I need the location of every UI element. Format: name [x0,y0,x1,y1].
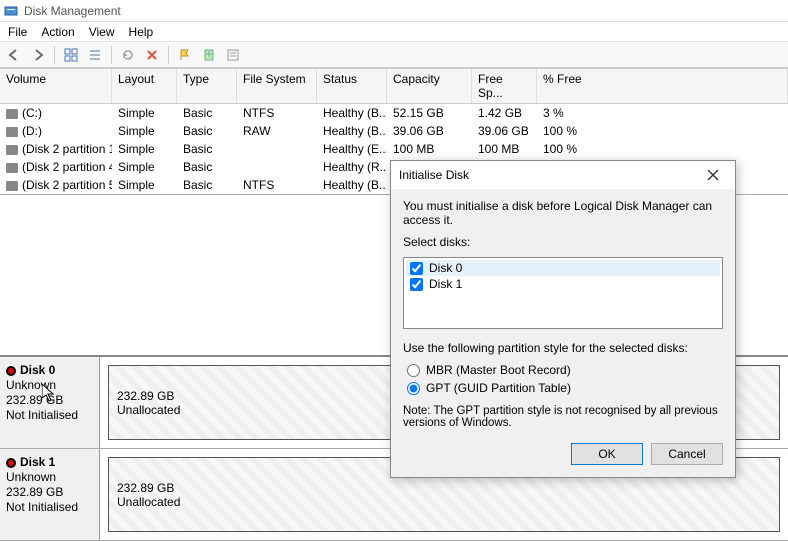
dialog-note: Note: The GPT partition style is not rec… [403,405,723,429]
disk-select-list: Disk 0 Disk 1 [403,257,723,329]
mbr-label: MBR (Master Boot Record) [426,363,571,377]
disk-info-panel[interactable]: Disk 1Unknown232.89 GBNot Initialised [0,449,100,540]
dialog-title: Initialise Disk [399,168,469,182]
flag-icon[interactable] [175,45,195,65]
gpt-radio[interactable] [407,382,420,395]
mbr-radio-row[interactable]: MBR (Master Boot Record) [407,363,723,377]
table-row[interactable]: (Disk 2 partition 1)SimpleBasicHealthy (… [0,140,788,158]
mbr-radio[interactable] [407,364,420,377]
back-icon[interactable] [4,45,24,65]
volume-icon [6,109,18,119]
disk0-checkbox[interactable] [410,262,423,275]
app-icon [4,4,18,18]
window-title: Disk Management [24,4,121,18]
delete-icon[interactable] [142,45,162,65]
volume-icon [6,181,18,191]
new-icon[interactable]: + [199,45,219,65]
col-filesystem[interactable]: File System [237,69,317,103]
col-layout[interactable]: Layout [112,69,177,103]
menu-view[interactable]: View [89,25,115,39]
disk-checkbox-row[interactable]: Disk 0 [406,260,720,276]
col-pctfree[interactable]: % Free [537,69,788,103]
col-status[interactable]: Status [317,69,387,103]
volume-icon [6,163,18,173]
disk-checkbox-row[interactable]: Disk 1 [406,276,720,292]
tiles-icon[interactable] [61,45,81,65]
gpt-label: GPT (GUID Partition Table) [426,381,571,395]
menu-action[interactable]: Action [41,25,74,39]
select-disks-label: Select disks: [403,235,723,249]
list-icon[interactable] [85,45,105,65]
cancel-button[interactable]: Cancel [651,443,723,465]
close-icon[interactable] [699,165,727,185]
volume-header-row: Volume Layout Type File System Status Ca… [0,68,788,104]
volume-icon [6,127,18,137]
svg-text:+: + [205,48,212,61]
partition-style-label: Use the following partition style for th… [403,341,723,355]
menu-help[interactable]: Help [129,25,154,39]
col-type[interactable]: Type [177,69,237,103]
forward-icon[interactable] [28,45,48,65]
menubar: File Action View Help [0,22,788,42]
table-row[interactable]: (C:)SimpleBasicNTFSHealthy (B...52.15 GB… [0,104,788,122]
dialog-intro: You must initialise a disk before Logica… [403,199,723,227]
disk-status-icon [6,458,16,468]
col-capacity[interactable]: Capacity [387,69,472,103]
volume-icon [6,145,18,155]
toolbar: + [0,42,788,68]
refresh-icon[interactable] [118,45,138,65]
disk1-label: Disk 1 [429,277,462,291]
disk-status-icon [6,366,16,376]
menu-file[interactable]: File [8,25,27,39]
col-free[interactable]: Free Sp... [472,69,537,103]
dialog-titlebar: Initialise Disk [391,161,735,189]
disk0-label: Disk 0 [429,261,462,275]
initialise-disk-dialog: Initialise Disk You must initialise a di… [390,160,736,478]
properties-icon[interactable] [223,45,243,65]
window-titlebar: Disk Management [0,0,788,22]
disk-info-panel[interactable]: Disk 0Unknown232.89 GBNot Initialised [0,357,100,448]
gpt-radio-row[interactable]: GPT (GUID Partition Table) [407,381,723,395]
ok-button[interactable]: OK [571,443,643,465]
table-row[interactable]: (D:)SimpleBasicRAWHealthy (B...39.06 GB3… [0,122,788,140]
disk1-checkbox[interactable] [410,278,423,291]
col-volume[interactable]: Volume [0,69,112,103]
